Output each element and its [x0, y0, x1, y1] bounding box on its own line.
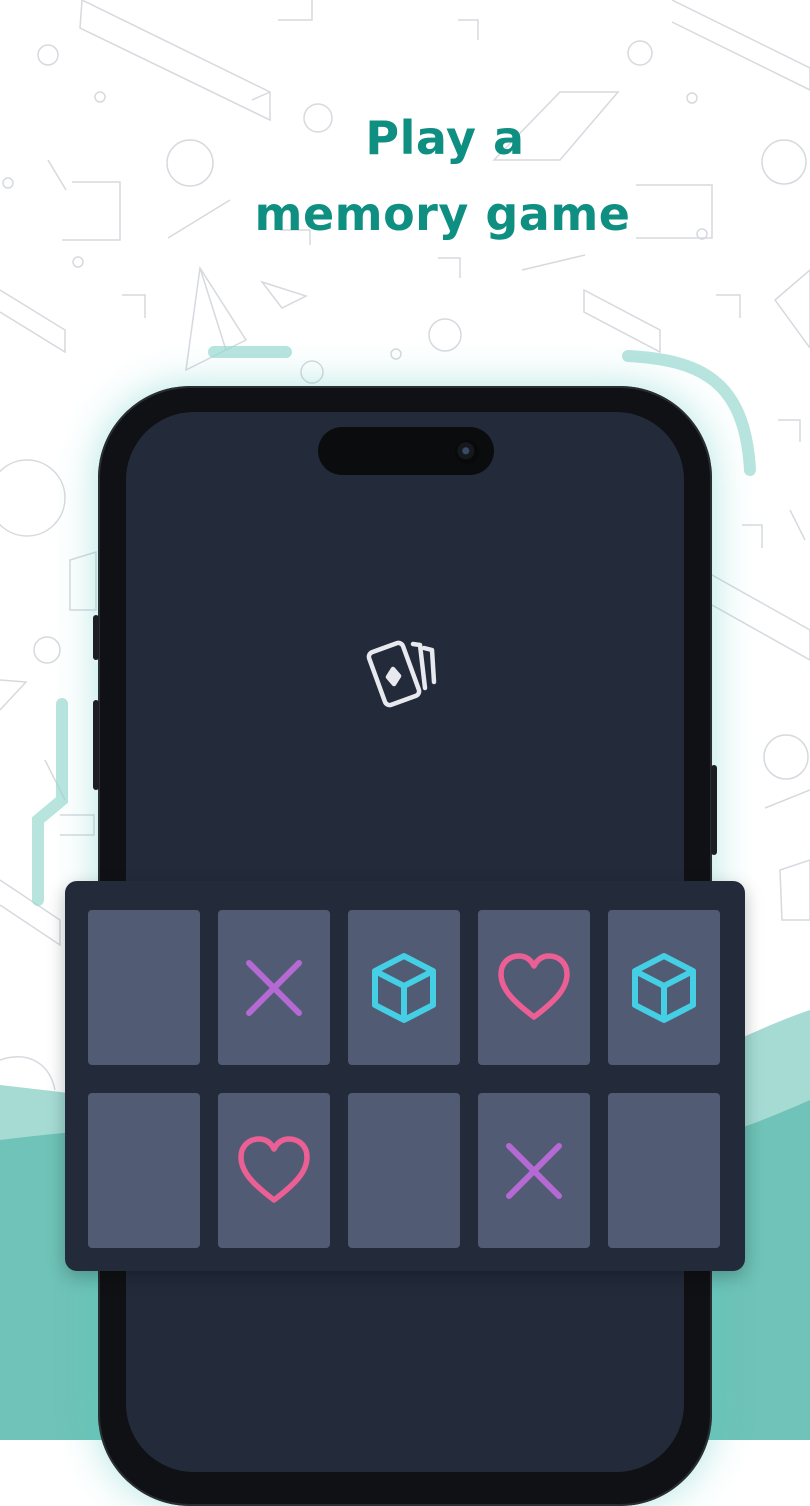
- memory-card[interactable]: [88, 910, 200, 1065]
- cube-icon: [372, 952, 436, 1023]
- headline-line-2: memory game: [254, 187, 631, 241]
- cross-icon: [506, 1142, 562, 1199]
- memory-card[interactable]: [348, 910, 460, 1065]
- memory-card[interactable]: [478, 1093, 590, 1248]
- memory-card[interactable]: [348, 1093, 460, 1248]
- headline-line-1: Play a: [365, 111, 525, 165]
- phone-side-button: [93, 700, 99, 790]
- phone-side-button: [93, 615, 99, 660]
- memory-card[interactable]: [218, 1093, 330, 1248]
- memory-card[interactable]: [88, 1093, 200, 1248]
- heart-icon: [238, 1135, 310, 1203]
- heart-icon: [498, 952, 570, 1020]
- phone-side-button: [711, 765, 717, 855]
- memory-card[interactable]: [478, 910, 590, 1065]
- memory-card[interactable]: [218, 910, 330, 1065]
- cube-icon: [632, 952, 696, 1023]
- memory-card[interactable]: [608, 1093, 720, 1248]
- camera-icon: [455, 440, 479, 464]
- memory-card[interactable]: [608, 910, 720, 1065]
- headline: Play a memory game: [0, 100, 810, 252]
- memory-board: [65, 881, 745, 1271]
- cross-icon: [246, 959, 302, 1016]
- playing-cards-icon: [366, 640, 437, 708]
